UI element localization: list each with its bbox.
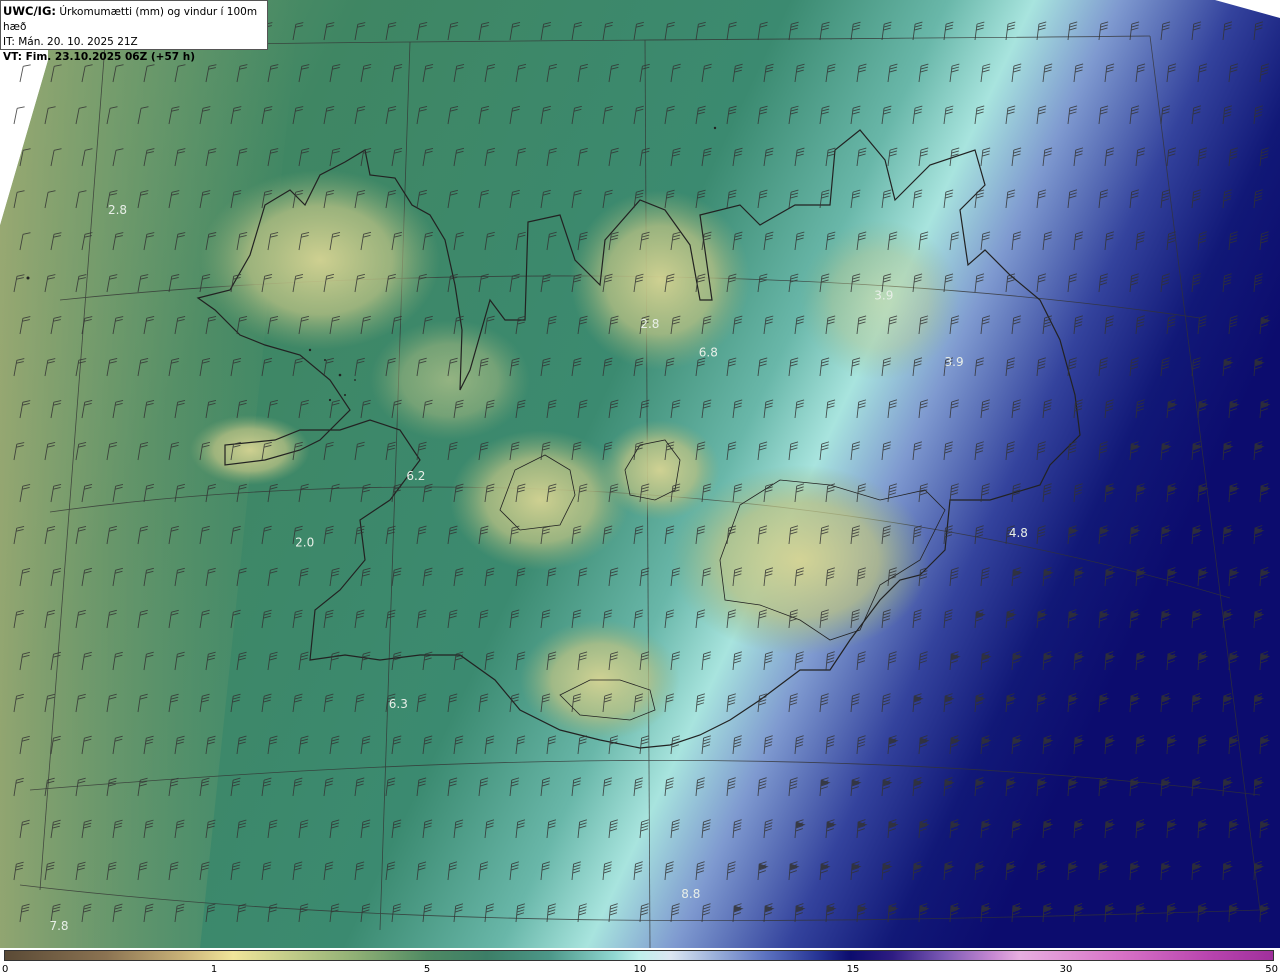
precip-label: 3.9 <box>874 289 893 303</box>
precip-label: 3.9 <box>945 355 964 369</box>
colorbar-tick: 0 <box>2 964 9 975</box>
precipitation-map: 2.8 6.2 2.8 6.8 3.9 3.9 4.8 2.0 6.3 8.8 7.8 <box>0 0 1280 948</box>
precip-label: 6.3 <box>389 697 408 711</box>
colorbar-tick: 50 <box>1265 964 1278 975</box>
colorbar-tick: 30 <box>1059 964 1073 975</box>
colorbar-tick: 10 <box>633 964 647 975</box>
colorbar-tick: 1 <box>210 964 218 975</box>
precip-label: 2.0 <box>295 536 314 550</box>
colorbar-tick: 5 <box>423 964 431 975</box>
colorbar-tick: 15 <box>846 964 860 975</box>
colorbar-strip <box>4 950 1274 961</box>
precip-label: 6.2 <box>406 469 425 483</box>
precip-label: 7.8 <box>49 919 68 933</box>
precip-label: 8.8 <box>681 887 700 901</box>
precip-label: 6.8 <box>699 346 718 360</box>
colorbar: 0 1 5 10 15 30 50 <box>0 948 1280 978</box>
precip-label: 4.8 <box>1009 526 1028 540</box>
precip-label: 2.8 <box>640 317 659 331</box>
model-name: UWC/IG: <box>3 4 56 18</box>
issue-time: IT: Mán. 20. 10. 2025 21Z <box>3 36 138 48</box>
valid-time: VT: Fim. 23.10.2025 06Z (+57 h) <box>3 51 196 63</box>
precip-label: 2.8 <box>108 203 127 217</box>
map-info-box: UWC/IG: Úrkomumætti (mm) og vindur í 100… <box>0 0 268 63</box>
